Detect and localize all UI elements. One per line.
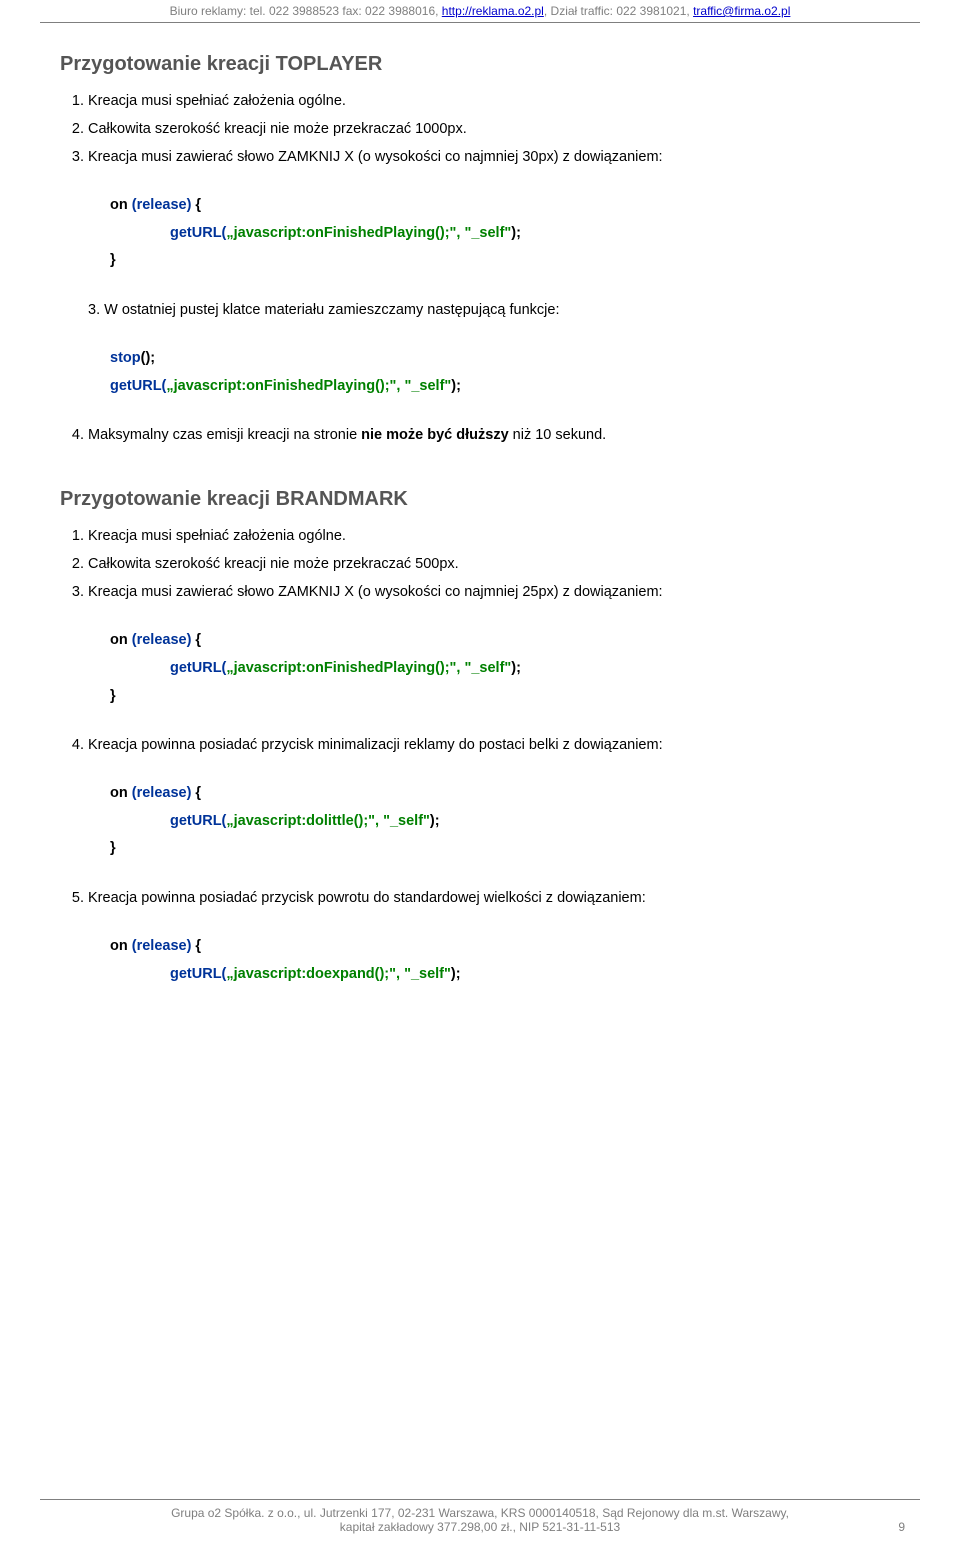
code-token: (release) — [132, 632, 192, 648]
document-body: Przygotowanie kreacji TOPLAYER Kreacja m… — [0, 23, 960, 1497]
list-item: Kreacja musi zawierać słowo ZAMKNIJ X (o… — [88, 144, 900, 170]
code-block: on (release) { getURL(„javascript:dolitt… — [110, 780, 900, 863]
code-token: { — [191, 938, 201, 954]
code-token: ); — [511, 225, 521, 241]
code-token: } — [110, 840, 116, 856]
code-block: stop(); getURL(„javascript:onFinishedPla… — [110, 345, 900, 400]
page-number: 9 — [898, 1520, 905, 1534]
list-item: Kreacja musi zawierać słowo ZAMKNIJ X (o… — [88, 579, 900, 605]
footer-line2: kapitał zakładowy 377.298,00 zł., NIP 52… — [40, 1520, 920, 1534]
code-token: (); — [141, 350, 156, 366]
code-token: on — [110, 197, 132, 213]
brandmark-list-cont: Kreacja powinna posiadać przycisk minima… — [60, 732, 900, 758]
section-title-toplayer: Przygotowanie kreacji TOPLAYER — [60, 53, 900, 76]
code-token: „javascript:dolittle();", "_self" — [226, 813, 430, 829]
code-token: „javascript:onFinishedPlaying();", "_sel… — [226, 225, 511, 241]
code-token: ); — [430, 813, 440, 829]
code-token: on — [110, 938, 132, 954]
header-text-mid: , Dział traffic: 022 3981021, — [544, 4, 693, 18]
list-item: Kreacja musi spełniać założenia ogólne. — [88, 88, 900, 114]
header-text: Biuro reklamy: tel. 022 3988523 fax: 022… — [170, 4, 442, 18]
item4-post: niż 10 sekund. — [509, 427, 607, 443]
footer-line1: Grupa o2 Spółka. z o.o., ul. Jutrzenki 1… — [40, 1506, 920, 1520]
code-token: „javascript:doexpand();", "_self" — [226, 966, 450, 982]
list-item: Całkowita szerokość kreacji nie może prz… — [88, 116, 900, 142]
brandmark-list: Kreacja musi spełniać założenia ogólne. … — [60, 523, 900, 605]
code-token: ); — [511, 660, 521, 676]
code-token: (release) — [132, 785, 192, 801]
code-token: } — [110, 688, 116, 704]
code-token: { — [191, 785, 201, 801]
toplayer-list: Kreacja musi spełniać założenia ogólne. … — [60, 88, 900, 170]
code-token: „javascript:onFinishedPlaying();", "_sel… — [166, 378, 451, 394]
page-header: Biuro reklamy: tel. 022 3988523 fax: 022… — [0, 0, 960, 20]
header-link-reklama[interactable]: http://reklama.o2.pl — [442, 4, 544, 18]
code-token: (release) — [132, 197, 192, 213]
code-token: getURL( — [170, 813, 226, 829]
code-token: { — [191, 197, 201, 213]
code-token: on — [110, 632, 132, 648]
item4-bold: nie może być dłuższy — [361, 427, 508, 443]
code-token: (release) — [132, 938, 192, 954]
code-token: „javascript:onFinishedPlaying();", "_sel… — [226, 660, 511, 676]
list-item: Kreacja powinna posiadać przycisk powrot… — [88, 885, 900, 911]
code-token: getURL( — [170, 660, 226, 676]
list-item: Kreacja musi spełniać założenia ogólne. — [88, 523, 900, 549]
code-token: { — [191, 632, 201, 648]
code-token: getURL( — [170, 966, 226, 982]
code-block: on (release) { getURL(„javascript:doexpa… — [110, 933, 900, 988]
item4-pre: Maksymalny czas emisji kreacji na stroni… — [88, 427, 361, 443]
brandmark-list-cont2: Kreacja powinna posiadać przycisk powrot… — [60, 885, 900, 911]
header-link-email[interactable]: traffic@firma.o2.pl — [693, 4, 790, 18]
code-token: } — [110, 252, 116, 268]
code-token: getURL( — [110, 378, 166, 394]
code-token: stop — [110, 350, 141, 366]
code-token: ); — [451, 378, 461, 394]
sub-step: 3. W ostatniej pustej klatce materiału z… — [88, 297, 900, 323]
list-item: Całkowita szerokość kreacji nie może prz… — [88, 551, 900, 577]
code-block: on (release) { getURL(„javascript:onFini… — [110, 627, 900, 710]
code-token: getURL( — [170, 225, 226, 241]
list-item: Maksymalny czas emisji kreacji na stroni… — [88, 422, 900, 448]
toplayer-list-cont: Maksymalny czas emisji kreacji na stroni… — [60, 422, 900, 448]
code-block: on (release) { getURL(„javascript:onFini… — [110, 192, 900, 275]
sub-step-number: 3. — [88, 302, 100, 318]
code-token: ); — [451, 966, 461, 982]
code-token: on — [110, 785, 132, 801]
page-footer: Grupa o2 Spółka. z o.o., ul. Jutrzenki 1… — [0, 1500, 960, 1542]
sub-step-text: W ostatniej pustej klatce materiału zami… — [104, 302, 559, 318]
section-title-brandmark: Przygotowanie kreacji BRANDMARK — [60, 488, 900, 511]
list-item: Kreacja powinna posiadać przycisk minima… — [88, 732, 900, 758]
